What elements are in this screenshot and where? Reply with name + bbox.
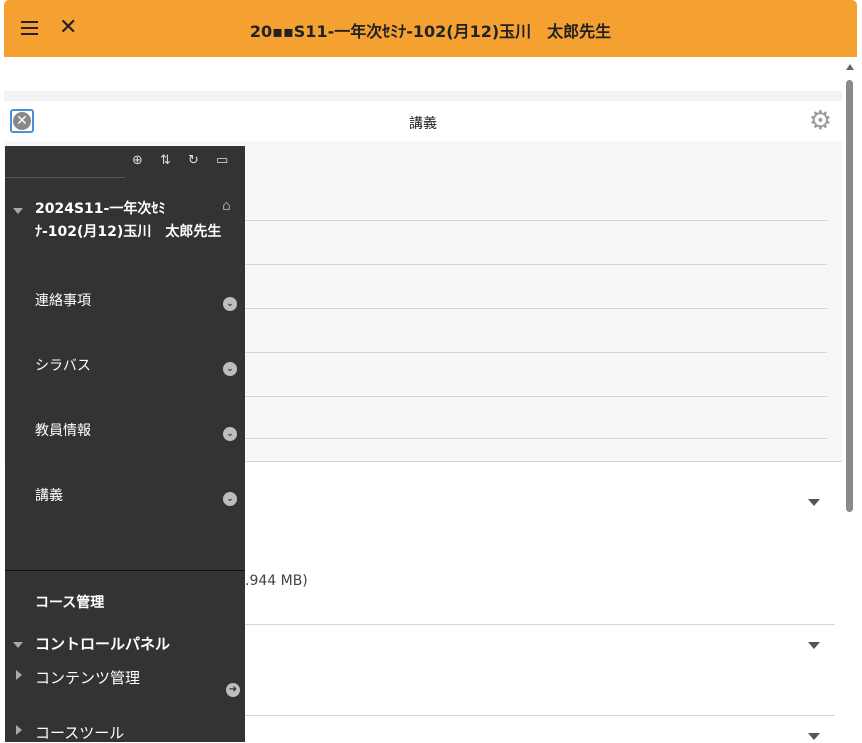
scroll-up-icon[interactable] <box>846 64 854 70</box>
home-icon[interactable]: ⌂ <box>222 198 231 214</box>
collapse-triangle-icon[interactable] <box>13 208 23 214</box>
divider <box>245 308 827 309</box>
page-title: 講義 <box>409 116 437 132</box>
scroll-thumb[interactable] <box>846 80 853 512</box>
chevron-down-icon[interactable]: ⌄ <box>223 427 237 441</box>
panel-divider <box>5 570 245 571</box>
divider <box>245 264 827 265</box>
expand-triangle-icon[interactable] <box>16 670 22 680</box>
toolbar-underline <box>5 177 125 178</box>
divider <box>245 396 827 397</box>
chevron-down-icon[interactable]: ⌄ <box>223 492 237 506</box>
gear-icon[interactable]: ⚙ <box>809 108 832 134</box>
nav-item-lectures[interactable]: 講義 <box>35 485 63 505</box>
divider <box>245 352 827 353</box>
sort-icon[interactable]: ⇅ <box>160 153 171 169</box>
nav-item-syllabus[interactable]: シラバス <box>35 355 91 375</box>
course-tools-item[interactable]: コースツール <box>35 722 124 743</box>
control-panel-heading[interactable]: コントロールパネル <box>35 633 170 654</box>
refresh-icon[interactable]: ↻ <box>188 153 199 169</box>
divider <box>245 438 827 439</box>
sub-header: ✕ 講義 ⚙ <box>4 101 842 142</box>
divider <box>245 220 827 221</box>
course-admin-heading: コース管理 <box>35 595 105 611</box>
nav-item-announcements[interactable]: 連絡事項 <box>35 290 91 310</box>
course-name-link[interactable]: 2024S11-一年次ｾﾐﾅ-102(月12)玉川 太郎先生 <box>35 198 225 244</box>
arrow-right-icon[interactable]: ➜ <box>226 683 240 697</box>
toolbar-gap <box>4 91 842 101</box>
panel-toolbar: ⊕ ⇅ ↻ ▭ <box>5 146 245 178</box>
course-menu-panel: ⊕ ⇅ ↻ ▭ 2024S11-一年次ｾﾐﾅ-102(月12)玉川 太郎先生 ⌂… <box>5 146 245 742</box>
folder-icon[interactable]: ▭ <box>216 153 228 169</box>
collapse-triangle-icon[interactable] <box>13 642 23 648</box>
expand-caret-icon[interactable] <box>808 499 820 506</box>
course-title: 20▪▪S11-一年次ｾﾐﾅ-102(月12)玉川 太郎先生 <box>249 22 612 41</box>
file-size-text: .944 MB) <box>245 573 308 589</box>
add-icon[interactable]: ⊕ <box>132 153 143 169</box>
scrollbar[interactable] <box>844 62 856 742</box>
toolbar-strip <box>4 57 842 91</box>
top-bar: ✕ 20▪▪S11-一年次ｾﾐﾅ-102(月12)玉川 太郎先生 <box>4 0 857 57</box>
divider <box>245 624 835 625</box>
expand-caret-icon[interactable] <box>808 642 820 649</box>
expand-caret-icon[interactable] <box>808 733 820 740</box>
divider <box>245 715 835 716</box>
content-management-item[interactable]: コンテンツ管理 <box>35 667 140 688</box>
expand-triangle-icon[interactable] <box>16 725 22 735</box>
nav-item-faculty-info[interactable]: 教員情報 <box>35 420 91 440</box>
chevron-down-icon[interactable]: ⌄ <box>223 297 237 311</box>
chevron-down-icon[interactable]: ⌄ <box>223 362 237 376</box>
